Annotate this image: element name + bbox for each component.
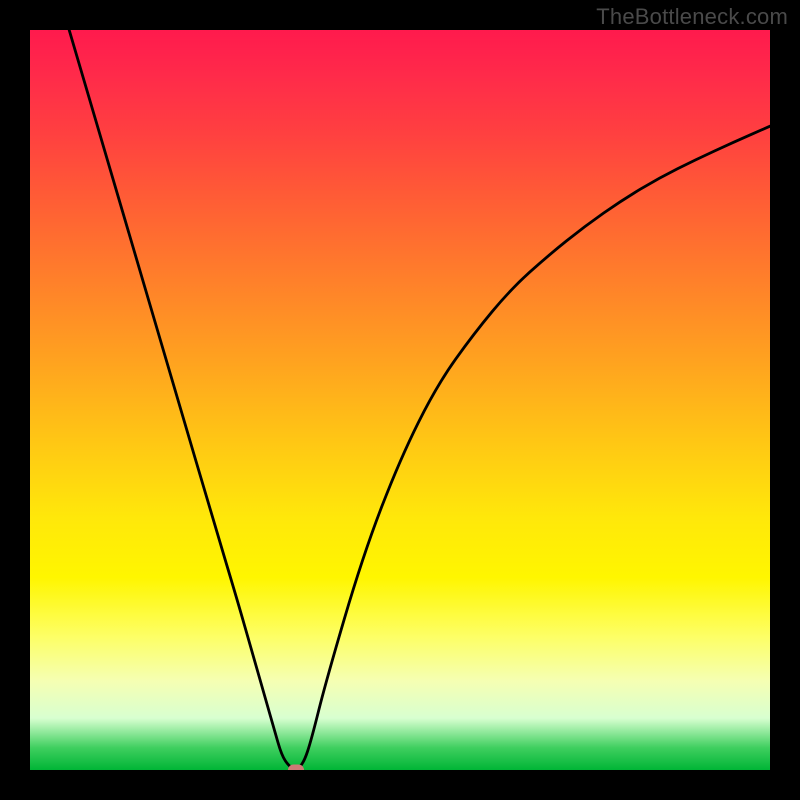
bottleneck-curve: [30, 30, 770, 770]
plot-area: [30, 30, 770, 770]
minimum-marker: [288, 765, 304, 771]
chart-frame: TheBottleneck.com: [0, 0, 800, 800]
watermark-text: TheBottleneck.com: [596, 4, 788, 30]
